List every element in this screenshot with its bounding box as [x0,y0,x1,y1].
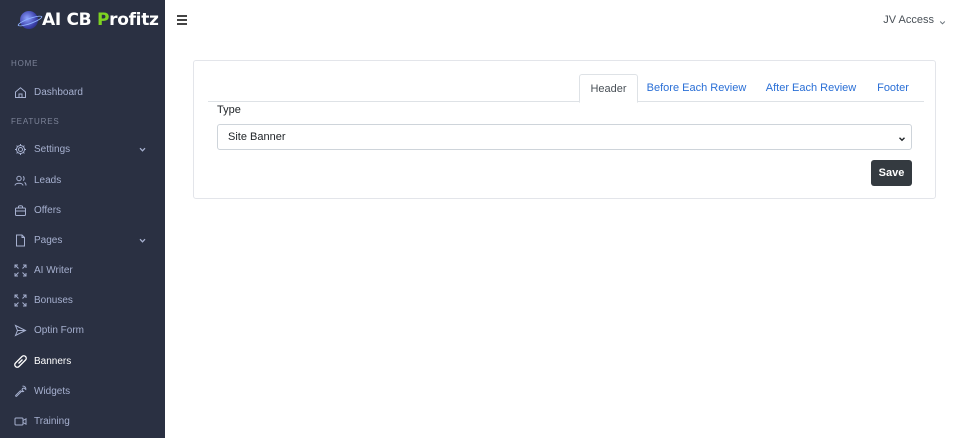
brand-name: AI CB Profitz [42,10,159,30]
tab-header[interactable]: Header [579,74,638,103]
sidebar-item-dashboard[interactable]: Dashboard [0,78,165,106]
expand-icon [14,294,27,307]
sidebar-item-label: Settings [34,143,71,155]
sidebar-item-optin-form[interactable]: Optin Form [0,316,165,344]
chevron-down-icon [939,17,946,25]
tab-before-each-review[interactable]: Before Each Review [644,74,749,102]
user-dropdown[interactable]: JV Access [883,14,946,26]
tab-after-each-review[interactable]: After Each Review [762,74,860,102]
sidebar-item-label: Dashboard [34,86,83,98]
tab-footer[interactable]: Footer [873,74,913,102]
chevron-down-icon [898,134,906,142]
expand-icon [14,264,27,277]
sidebar-item-banners[interactable]: Banners [0,347,165,375]
video-icon [14,415,27,428]
brand-logo[interactable]: AI CB Profitz [20,8,159,32]
sidebar-item-label: Optin Form [34,324,85,336]
type-label: Type [217,104,241,116]
sidebar-item-offers[interactable]: Offers [0,196,165,224]
user-label: JV Access [883,14,934,26]
gear-icon [14,143,27,156]
banner-settings-card: Header Before Each Review After Each Rev… [193,60,936,199]
sidebar-item-pages[interactable]: Pages [0,226,165,254]
menu-toggle-icon[interactable] [177,15,187,25]
save-button[interactable]: Save [871,160,912,186]
sidebar-item-label: Pages [34,234,63,246]
sidebar-item-label: Bonuses [34,294,73,306]
sidebar-item-leads[interactable]: Leads [0,166,165,194]
file-icon [14,234,27,247]
sidebar-item-ai-writer[interactable]: AI Writer [0,256,165,284]
type-select-value: Site Banner [228,131,286,143]
sidebar-item-label: AI Writer [34,264,73,276]
sidebar-item-label: Offers [34,204,62,216]
sidebar-item-label: Leads [34,174,62,186]
main-content: Header Before Each Review After Each Rev… [165,44,960,438]
bag-icon [14,204,27,217]
sidebar-item-settings[interactable]: Settings [0,135,165,163]
sidebar-item-bonuses[interactable]: Bonuses [0,286,165,314]
section-label-features: FEATURES [11,117,60,126]
sidebar-item-training[interactable]: Training [0,407,165,435]
globe-icon [20,11,38,29]
section-label-home: HOME [11,59,39,68]
sidebar-item-label: Widgets [34,385,71,397]
send-icon [14,323,27,337]
sidebar-item-label: Training [34,415,70,427]
sidebar: AI CB Profitz HOME Dashboard FEATURES Se… [0,0,165,438]
home-icon [14,86,27,99]
users-icon [14,174,27,187]
tag-icon [14,354,27,368]
topbar: JV Access [165,0,960,44]
wrench-icon [14,385,27,398]
banner-tabs: Header Before Each Review After Each Rev… [208,74,924,103]
type-select[interactable]: Site Banner [217,124,912,150]
chevron-down-icon [138,236,147,245]
sidebar-item-label: Banners [34,355,72,367]
chevron-down-icon [138,145,147,154]
sidebar-item-widgets[interactable]: Widgets [0,377,165,405]
